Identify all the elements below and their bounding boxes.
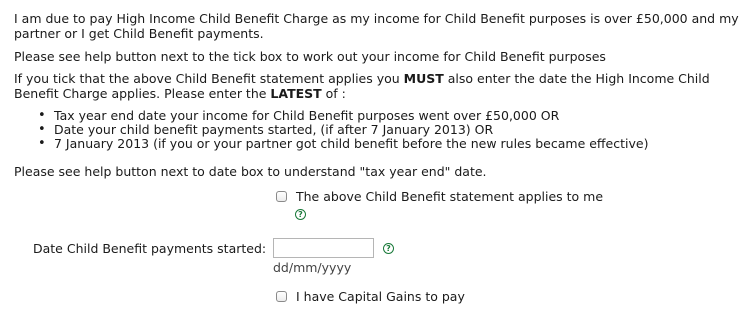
instruction-part3: of : [321,86,346,101]
date-input[interactable] [273,238,374,258]
date-options-list: Tax year end date your income for Child … [14,109,734,152]
instruction-must: MUST [403,71,444,86]
statement-text: I am due to pay High Income Child Benefi… [14,11,739,41]
instruction-part1: If you tick that the above Child Benefit… [14,71,404,86]
help-icon[interactable]: ? [295,209,306,220]
instruction-latest: LATEST [270,86,322,101]
date-field-label: Date Child Benefit payments started: [33,241,267,256]
capital-gains-checkbox-label[interactable]: I have Capital Gains to pay [296,289,465,304]
child-benefit-checkbox[interactable] [276,191,287,202]
help-note-date: Please see help button next to date box … [14,164,487,179]
child-benefit-form: I am due to pay High Income Child Benefi… [0,0,750,313]
list-item: Date your child benefit payments started… [14,123,734,138]
capital-gains-checkbox-row: I have Capital Gains to pay [276,289,465,304]
list-item: Tax year end date your income for Child … [14,109,734,124]
instruction-text: If you tick that the above Child Benefit… [14,71,744,101]
help-icon[interactable]: ? [383,243,394,254]
help-note-checkbox: Please see help button next to the tick … [14,49,606,64]
child-benefit-checkbox-row: The above Child Benefit statement applie… [276,189,603,204]
capital-gains-checkbox[interactable] [276,291,287,302]
date-format-hint: dd/mm/yyyy [273,260,352,275]
list-item: 7 January 2013 (if you or your partner g… [14,137,734,152]
child-benefit-checkbox-label[interactable]: The above Child Benefit statement applie… [296,189,603,204]
